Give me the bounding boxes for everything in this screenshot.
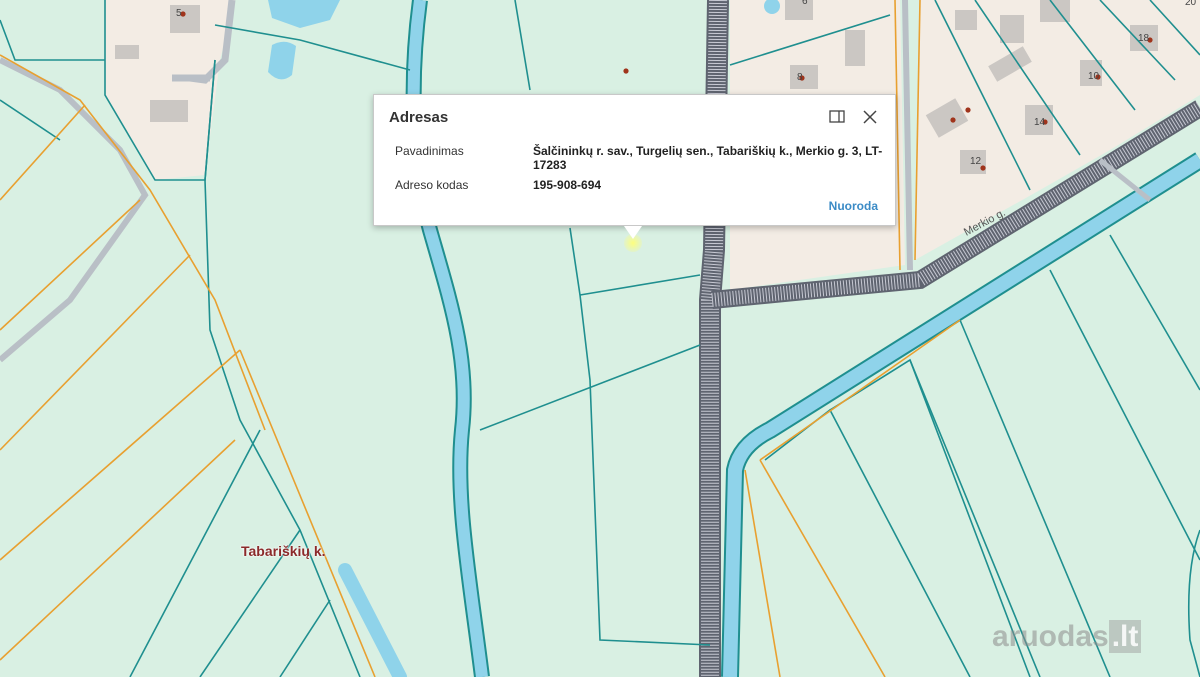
row-value-code: 195-908-694 bbox=[533, 178, 602, 192]
house-number-label: 8 bbox=[797, 72, 803, 83]
row-value-name: Šalčininkų r. sav., Turgelių sen., Tabar… bbox=[533, 144, 883, 172]
house-number-label: 5 bbox=[176, 8, 182, 19]
close-button[interactable] bbox=[861, 108, 879, 126]
close-icon bbox=[863, 110, 877, 124]
house-number-label: 12 bbox=[970, 156, 982, 167]
map-canvas[interactable]: 5 6 8 10 12 14 18 20 Tabariškių k. Merki… bbox=[0, 0, 1200, 677]
dock-panel-button[interactable] bbox=[828, 108, 846, 126]
house-number-label: 14 bbox=[1034, 117, 1046, 128]
row-label-name: Pavadinimas bbox=[395, 144, 464, 158]
row-label-code: Adreso kodas bbox=[395, 178, 469, 192]
place-label: Tabariškių k. bbox=[241, 543, 326, 559]
watermark-text: aruodas bbox=[992, 620, 1109, 653]
popup-pointer bbox=[624, 226, 642, 239]
dock-panel-icon bbox=[829, 110, 845, 123]
popup-title: Adresas bbox=[389, 109, 449, 126]
address-popup: Adresas Pavadinimas Šalčininkų r. sav., … bbox=[373, 94, 896, 239]
house-number-label: 10 bbox=[1088, 71, 1100, 82]
house-number-label: 6 bbox=[802, 0, 808, 7]
link-button[interactable]: Nuoroda bbox=[829, 199, 878, 213]
house-number-label: 20 bbox=[1185, 0, 1197, 8]
watermark-logo: aruodas .lt bbox=[992, 620, 1142, 654]
watermark-suffix: .lt bbox=[1108, 620, 1142, 653]
house-number-label: 18 bbox=[1138, 33, 1150, 44]
